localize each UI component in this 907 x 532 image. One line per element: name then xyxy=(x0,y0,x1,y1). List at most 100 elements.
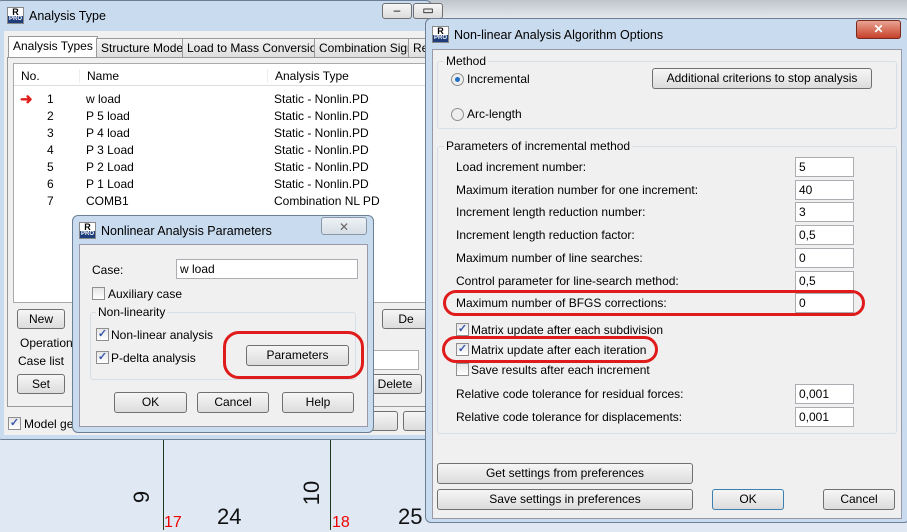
row-type: Static - Nonlin.PD xyxy=(274,143,369,157)
node-label: 24 xyxy=(217,504,242,529)
set-button[interactable]: Set xyxy=(17,374,65,394)
field-label: Maximum number of line searches: xyxy=(456,250,643,265)
tolerance-input[interactable]: 0,001 xyxy=(795,406,854,427)
cancel-button[interactable]: Cancel xyxy=(823,489,895,510)
arc-length-label: Arc-length xyxy=(467,107,522,121)
close-button[interactable]: ✕ xyxy=(856,20,901,39)
method-label: Method xyxy=(444,54,489,68)
bar-label: 18 xyxy=(332,514,350,531)
option-label: Matrix update after each subdivision xyxy=(471,323,664,337)
algorithm-options-dialog: R PRO Non-linear Analysis Algorithm Optio… xyxy=(425,18,907,523)
ok-button[interactable]: OK xyxy=(114,392,187,413)
field-label: Increment length reduction factor: xyxy=(456,228,635,243)
field-input[interactable]: 3 xyxy=(795,202,854,223)
highlight-ellipse xyxy=(223,331,364,379)
row-no: 6 xyxy=(47,177,54,191)
tab-structure-model[interactable]: Structure Model xyxy=(96,38,191,57)
row-no: 1 xyxy=(47,92,54,106)
pdelta-checkbox[interactable]: ✓ xyxy=(96,351,109,364)
row-type: Static - Nonlin.PD xyxy=(274,109,369,123)
table-row[interactable]: 5 P 2 Load Static - Nonlin.PD xyxy=(14,159,428,176)
auxiliary-label: Auxiliary case xyxy=(108,287,183,301)
additional-criterions-button[interactable]: Additional criterions to stop analysis xyxy=(652,68,872,89)
help-button[interactable]: Help xyxy=(282,392,354,413)
node-label: 25 xyxy=(398,504,423,529)
dialog-body: Method Incremental Additional criterions… xyxy=(432,49,902,519)
row-no: 3 xyxy=(47,126,54,140)
column-no[interactable]: No. xyxy=(21,69,40,83)
save-settings-button[interactable]: Save settings in preferences xyxy=(437,489,693,510)
incremental-radio[interactable] xyxy=(451,73,464,86)
dialog-body: Case: w load Auxiliary case Non-linearit… xyxy=(79,244,368,427)
field-input[interactable]: 0,5 xyxy=(795,225,854,246)
field-input[interactable]: 0 xyxy=(795,247,854,268)
field-label: Control parameter for line-search method… xyxy=(456,273,679,288)
axis-label: 9 xyxy=(129,490,155,504)
dialog-title: Nonlinear Analysis Parameters xyxy=(101,224,272,238)
maximize-button[interactable]: ▭ xyxy=(413,3,443,19)
model-checkbox[interactable]: ✓ xyxy=(8,417,21,430)
field-input[interactable]: 0,5 xyxy=(795,270,854,291)
row-name: w load xyxy=(86,92,121,106)
incremental-label: Incremental xyxy=(467,72,530,86)
tab-analysis-types[interactable]: Analysis Types xyxy=(8,36,98,57)
nonlinear-params-dialog: R PRO Nonlinear Analysis Parameters ✕ Cas… xyxy=(72,215,374,433)
list-header: No. Name Analysis Type xyxy=(14,64,434,86)
robot-logo-icon: R PRO xyxy=(7,7,24,24)
option-checkbox[interactable]: ✓ xyxy=(456,323,469,336)
robot-logo-icon: R PRO xyxy=(79,222,96,239)
cancel-button[interactable]: Cancel xyxy=(197,392,269,413)
column-analysis-type[interactable]: Analysis Type xyxy=(267,69,349,83)
pdelta-label: P-delta analysis xyxy=(111,351,196,365)
get-settings-button[interactable]: Get settings from preferences xyxy=(437,463,693,484)
field-label: Load increment number: xyxy=(456,160,587,174)
row-name: P 5 load xyxy=(86,109,130,123)
nonlinear-checkbox[interactable]: ✓ xyxy=(96,328,109,341)
row-name: P 1 Load xyxy=(86,177,134,191)
table-row[interactable]: 3 P 4 load Static - Nonlin.PD xyxy=(14,125,428,142)
field-label: Maximum iteration number for one increme… xyxy=(456,182,699,197)
highlight-ellipse xyxy=(443,290,865,316)
tolerance-input[interactable]: 0,001 xyxy=(795,384,854,404)
option-label: Save results after each increment xyxy=(471,363,650,377)
field-input[interactable]: 5 xyxy=(795,157,854,177)
row-type: Static - Nonlin.PD xyxy=(274,126,369,140)
row-name: P 2 Load xyxy=(86,160,134,174)
delete-button[interactable]: Delete xyxy=(368,374,422,394)
table-row[interactable]: 2 P 5 load Static - Nonlin.PD xyxy=(14,108,428,125)
axis-label: 10 xyxy=(299,480,325,506)
row-no: 4 xyxy=(47,143,54,157)
row-no: 2 xyxy=(47,109,54,123)
field-label: Increment length reduction number: xyxy=(456,205,646,220)
tab-combination-sign[interactable]: Combination Sign xyxy=(314,38,419,57)
tolerance-label: Relative code tolerance for residual for… xyxy=(456,387,684,401)
case-label: Case: xyxy=(92,263,124,277)
delete-case-button[interactable]: De xyxy=(382,309,430,329)
field-input[interactable]: 40 xyxy=(795,179,854,200)
table-row[interactable]: 4 P 3 Load Static - Nonlin.PD xyxy=(14,142,428,159)
window-title: Analysis Type xyxy=(29,9,106,23)
bar-label: 17 xyxy=(164,514,182,531)
ok-button[interactable]: OK xyxy=(712,489,784,510)
minimize-button[interactable]: – xyxy=(382,3,412,19)
model-label: Model ge xyxy=(24,417,74,431)
new-button[interactable]: New xyxy=(17,309,65,329)
row-no: 7 xyxy=(47,194,54,208)
dialog-title: Non-linear Analysis Algorithm Options xyxy=(454,28,664,42)
table-row[interactable]: ➜ 1 w load Static - Nonlin.PD xyxy=(14,91,428,108)
table-row[interactable]: 7 COMB1 Combination NL PD xyxy=(14,193,428,210)
close-button[interactable]: ✕ xyxy=(321,217,367,235)
highlight-ellipse xyxy=(442,336,658,363)
auxiliary-checkbox[interactable] xyxy=(92,287,105,300)
row-type: Static - Nonlin.PD xyxy=(274,160,369,174)
table-row[interactable]: 6 P 1 Load Static - Nonlin.PD xyxy=(14,176,428,193)
nonlinearity-label: Non-linearity xyxy=(96,305,168,319)
case-input[interactable]: w load xyxy=(176,259,358,279)
column-name[interactable]: Name xyxy=(79,69,119,83)
arc-length-radio[interactable] xyxy=(451,108,464,121)
row-type: Combination NL PD xyxy=(274,194,380,208)
row-name: COMB1 xyxy=(86,194,129,208)
row-no: 5 xyxy=(47,160,54,174)
tab-load-to-mass[interactable]: Load to Mass Conversion xyxy=(182,38,329,57)
option-checkbox[interactable] xyxy=(456,363,469,376)
